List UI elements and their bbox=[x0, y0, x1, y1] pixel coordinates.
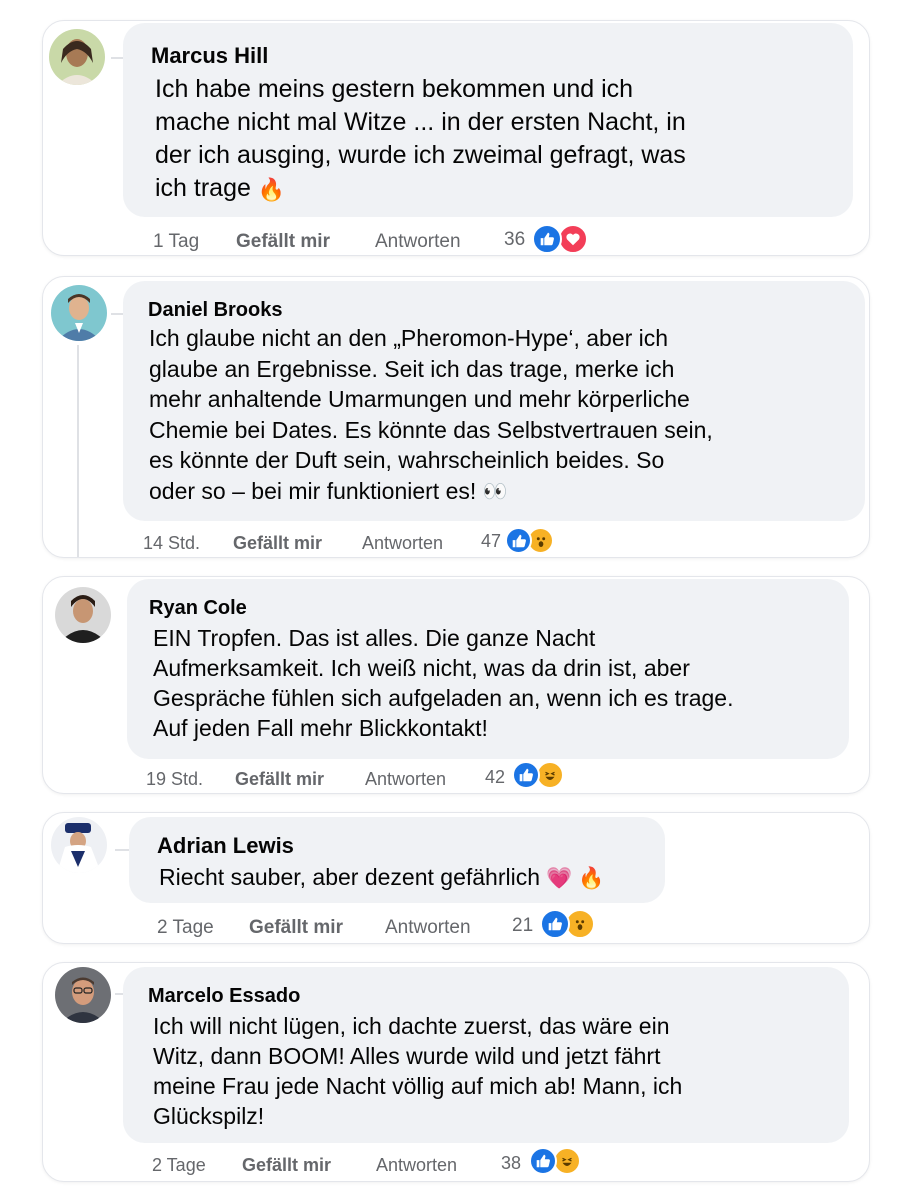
haha-icon bbox=[536, 761, 564, 789]
comment-body: Ich habe meins gestern bekommen und ich … bbox=[155, 75, 686, 202]
comment-card: Daniel Brooks Ich glaube nicht an den „P… bbox=[42, 276, 870, 558]
avatar[interactable] bbox=[51, 285, 107, 341]
like-button[interactable]: Gefällt mir bbox=[235, 769, 324, 790]
heart-fire-emoji: 💗 🔥 bbox=[546, 866, 605, 890]
love-icon bbox=[558, 224, 588, 254]
comment-card: Adrian Lewis Riecht sauber, aber dezent … bbox=[42, 812, 870, 944]
avatar-image bbox=[51, 285, 107, 341]
reaction-icons[interactable] bbox=[540, 909, 602, 939]
like-button[interactable]: Gefällt mir bbox=[242, 1155, 331, 1176]
comment-card: Marcelo Essado Ich will nicht lügen, ich… bbox=[42, 962, 870, 1182]
reply-button[interactable]: Antworten bbox=[365, 769, 446, 790]
like-icon bbox=[512, 761, 540, 789]
haha-icon bbox=[553, 1147, 581, 1175]
comment-bubble: Adrian Lewis Riecht sauber, aber dezent … bbox=[129, 817, 665, 903]
comment-bubble: Ryan Cole EIN Tropfen. Das ist alles. Di… bbox=[127, 579, 849, 759]
comment-text: Ich glaube nicht an den „Pheromon-Hype‘,… bbox=[149, 323, 859, 508]
avatar[interactable] bbox=[55, 967, 111, 1023]
comment-author[interactable]: Marcelo Essado bbox=[148, 985, 300, 1008]
comment-bubble: Daniel Brooks Ich glaube nicht an den „P… bbox=[123, 281, 865, 521]
like-icon bbox=[529, 1147, 557, 1175]
comment-text: Ich will nicht lügen, ich dachte zuerst,… bbox=[153, 1011, 843, 1131]
reaction-count[interactable]: 47 bbox=[481, 531, 501, 552]
comment-text: Riecht sauber, aber dezent gefährlich 💗 … bbox=[159, 863, 659, 893]
like-icon bbox=[505, 527, 532, 554]
comment-body: Ich glaube nicht an den „Pheromon-Hype‘,… bbox=[149, 325, 713, 504]
comment-timestamp[interactable]: 1 Tag bbox=[153, 231, 199, 253]
reaction-count[interactable]: 38 bbox=[501, 1153, 521, 1174]
comment-body: Ich will nicht lügen, ich dachte zuerst,… bbox=[153, 1013, 683, 1129]
comment-bubble: Marcus Hill Ich habe meins gestern bekom… bbox=[123, 23, 853, 217]
reaction-icons[interactable] bbox=[532, 224, 596, 254]
thread-connector bbox=[115, 849, 129, 851]
reaction-count[interactable]: 36 bbox=[504, 229, 525, 251]
reply-button[interactable]: Antworten bbox=[362, 533, 443, 554]
comment-card: Ryan Cole EIN Tropfen. Das ist alles. Di… bbox=[42, 576, 870, 794]
avatar-image bbox=[49, 29, 105, 85]
comment-body: EIN Tropfen. Das ist alles. Die ganze Na… bbox=[153, 625, 734, 741]
reaction-count[interactable]: 42 bbox=[485, 767, 505, 788]
like-button[interactable]: Gefällt mir bbox=[249, 917, 343, 939]
avatar-image bbox=[55, 587, 111, 643]
comment-card: Marcus Hill Ich habe meins gestern bekom… bbox=[42, 20, 870, 256]
reply-button[interactable]: Antworten bbox=[376, 1155, 457, 1176]
like-icon bbox=[540, 909, 570, 939]
comment-timestamp[interactable]: 2 Tage bbox=[152, 1155, 206, 1176]
reaction-icons[interactable] bbox=[505, 527, 561, 557]
comment-text: EIN Tropfen. Das ist alles. Die ganze Na… bbox=[153, 623, 843, 743]
comment-text: Ich habe meins gestern bekommen und ich … bbox=[155, 73, 835, 206]
like-button[interactable]: Gefällt mir bbox=[236, 231, 330, 253]
like-button[interactable]: Gefällt mir bbox=[233, 533, 322, 554]
comment-timestamp[interactable]: 2 Tage bbox=[157, 917, 214, 939]
comment-timestamp[interactable]: 19 Std. bbox=[146, 769, 203, 790]
reply-button[interactable]: Antworten bbox=[375, 231, 461, 253]
reply-button[interactable]: Antworten bbox=[385, 917, 471, 939]
fire-emoji: 🔥 bbox=[257, 176, 286, 202]
thread-line bbox=[77, 345, 79, 557]
avatar-image bbox=[55, 967, 111, 1023]
avatar-image bbox=[51, 817, 107, 873]
comment-author[interactable]: Adrian Lewis bbox=[157, 833, 294, 859]
reaction-icons[interactable] bbox=[512, 761, 572, 791]
like-icon bbox=[532, 224, 562, 254]
avatar[interactable] bbox=[55, 587, 111, 643]
comment-author[interactable]: Ryan Cole bbox=[149, 597, 247, 620]
reaction-icons[interactable] bbox=[529, 1147, 589, 1177]
comment-timestamp[interactable]: 14 Std. bbox=[143, 533, 200, 554]
avatar[interactable] bbox=[49, 29, 105, 85]
reaction-count[interactable]: 21 bbox=[512, 915, 533, 937]
avatar[interactable] bbox=[51, 817, 107, 873]
comment-body: Riecht sauber, aber dezent gefährlich bbox=[159, 864, 541, 890]
eyes-emoji: 👀 bbox=[482, 481, 508, 504]
comment-bubble: Marcelo Essado Ich will nicht lügen, ich… bbox=[123, 967, 849, 1143]
comment-author[interactable]: Marcus Hill bbox=[151, 43, 268, 69]
comment-author[interactable]: Daniel Brooks bbox=[148, 299, 282, 322]
